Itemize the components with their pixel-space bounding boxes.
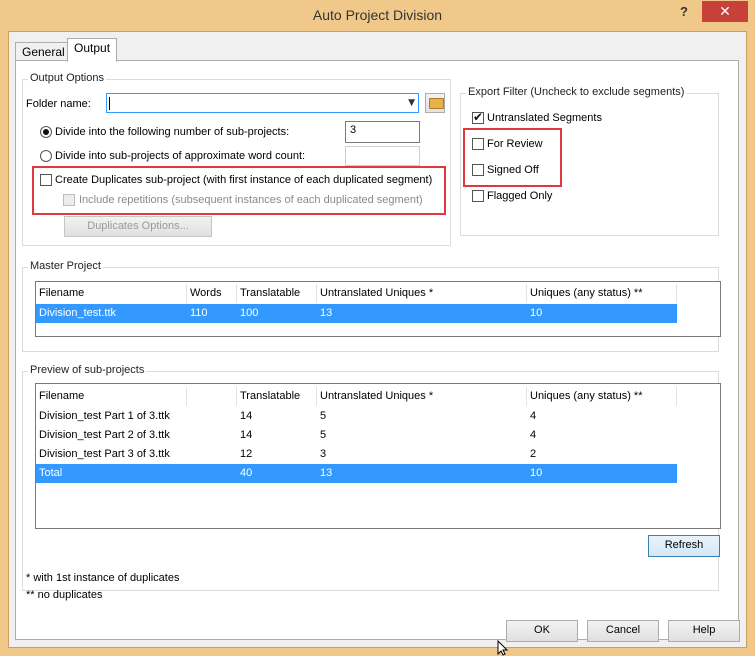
- master-project-grid[interactable]: Filename Words Translatable Untranslated…: [35, 281, 721, 337]
- radio-wordcount-label: Divide into sub-projects of approximate …: [55, 150, 306, 162]
- column-header-untranslated-uniques[interactable]: Untranslated Uniques *: [317, 284, 527, 303]
- cell-filename: Division_test Part 2 of 3.ttk: [39, 429, 170, 441]
- flagged-only-label: Flagged Only: [487, 190, 553, 202]
- radio-subprojects-label: Divide into the following number of sub-…: [55, 126, 290, 138]
- column-header-filename[interactable]: Filename: [36, 284, 187, 303]
- cell-uniques-any: 10: [530, 307, 543, 319]
- total-row[interactable]: Total 40 13 10: [36, 464, 677, 483]
- column-header-translatable[interactable]: Translatable: [237, 387, 317, 406]
- browse-folder-button[interactable]: [425, 93, 445, 113]
- radio-subprojects[interactable]: [40, 126, 52, 138]
- table-row[interactable]: Division_test.ttk 110 100 13 10: [36, 304, 677, 323]
- preview-grid[interactable]: Filename Translatable Untranslated Uniqu…: [35, 383, 721, 529]
- cell-untranslated-uniques: 3: [320, 448, 327, 460]
- cell-translatable: 40: [240, 467, 253, 479]
- cell-uniques-any: 10: [530, 467, 543, 479]
- flagged-only-checkbox[interactable]: [472, 190, 484, 202]
- cancel-button[interactable]: Cancel: [587, 620, 659, 642]
- column-header-untranslated-uniques[interactable]: Untranslated Uniques *: [317, 387, 527, 406]
- export-filter-title: Export Filter (Uncheck to exclude segmen…: [466, 86, 687, 98]
- cell-filename: Division_test Part 1 of 3.ttk: [39, 410, 170, 422]
- cell-translatable: 100: [240, 307, 259, 319]
- cell-translatable: 14: [240, 429, 253, 441]
- cell-untranslated-uniques: 13: [320, 307, 333, 319]
- grid-header-row: Filename Translatable Untranslated Uniqu…: [36, 387, 720, 406]
- wordcount-input[interactable]: [345, 146, 420, 166]
- folder-icon: [429, 98, 444, 109]
- preview-title: Preview of sub-projects: [28, 364, 147, 376]
- table-row[interactable]: Division_test Part 2 of 3.ttk 14 5 4: [36, 426, 677, 445]
- tab-general[interactable]: General: [15, 42, 72, 61]
- highlight-filter-box: [463, 128, 562, 187]
- help-button[interactable]: Help: [668, 620, 740, 642]
- chevron-down-icon[interactable]: ▼: [408, 98, 415, 108]
- cell-filename: Division_test Part 3 of 3.ttk: [39, 448, 170, 460]
- cell-untranslated-uniques: 13: [320, 467, 333, 479]
- footnote-1: * with 1st instance of duplicates: [26, 572, 180, 584]
- subprojects-count-input[interactable]: 3: [345, 121, 420, 143]
- column-header-translatable[interactable]: Translatable: [237, 284, 317, 303]
- window-title: Auto Project Division: [312, 7, 443, 23]
- folder-name-combo[interactable]: ▼: [106, 93, 419, 113]
- close-button[interactable]: ✕: [702, 1, 748, 22]
- title-bar[interactable]: Auto Project Division ? ✕: [0, 0, 755, 32]
- tab-output[interactable]: Output: [67, 38, 118, 62]
- cell-uniques-any: 4: [530, 429, 537, 441]
- cell-translatable: 12: [240, 448, 253, 460]
- duplicates-options-button[interactable]: Duplicates Options...: [64, 216, 212, 237]
- column-header-uniques-any[interactable]: Uniques (any status) **: [527, 387, 677, 406]
- table-row[interactable]: Division_test Part 3 of 3.ttk 12 3 2: [36, 445, 677, 464]
- output-tab-page: Output Options Folder name: ▼ Divide int…: [15, 60, 739, 640]
- output-options-title: Output Options: [28, 72, 106, 84]
- cell-uniques-any: 4: [530, 410, 537, 422]
- footnote-2: ** no duplicates: [26, 589, 103, 601]
- column-header-blank[interactable]: [187, 387, 237, 406]
- column-header-words[interactable]: Words: [187, 284, 237, 303]
- grid-header-row: Filename Words Translatable Untranslated…: [36, 284, 720, 303]
- dialog-window: Auto Project Division ? ✕ General Output…: [0, 0, 755, 656]
- cell-words: 110: [190, 307, 208, 319]
- dialog-client: General Output Output Options Folder nam…: [8, 31, 747, 648]
- mouse-cursor-icon: [497, 640, 509, 656]
- cell-translatable: 14: [240, 410, 253, 422]
- folder-name-label: Folder name:: [26, 98, 91, 110]
- cell-uniques-any: 2: [530, 448, 537, 460]
- help-icon[interactable]: ?: [680, 4, 688, 19]
- column-header-filename[interactable]: Filename: [36, 387, 187, 406]
- refresh-button[interactable]: Refresh: [648, 535, 720, 557]
- cell-untranslated-uniques: 5: [320, 410, 327, 422]
- ok-button[interactable]: OK: [506, 620, 578, 642]
- text-caret: [109, 97, 110, 110]
- column-header-uniques-any[interactable]: Uniques (any status) **: [527, 284, 677, 303]
- radio-wordcount[interactable]: [40, 150, 52, 162]
- highlight-duplicates-box: [32, 166, 446, 215]
- untranslated-segments-label: Untranslated Segments: [487, 112, 602, 124]
- table-row[interactable]: Division_test Part 1 of 3.ttk 14 5 4: [36, 407, 677, 426]
- cell-filename: Division_test.ttk: [39, 307, 117, 319]
- cell-untranslated-uniques: 5: [320, 429, 327, 441]
- master-project-title: Master Project: [28, 260, 103, 272]
- cell-filename: Total: [39, 467, 63, 479]
- untranslated-segments-checkbox[interactable]: [472, 110, 484, 124]
